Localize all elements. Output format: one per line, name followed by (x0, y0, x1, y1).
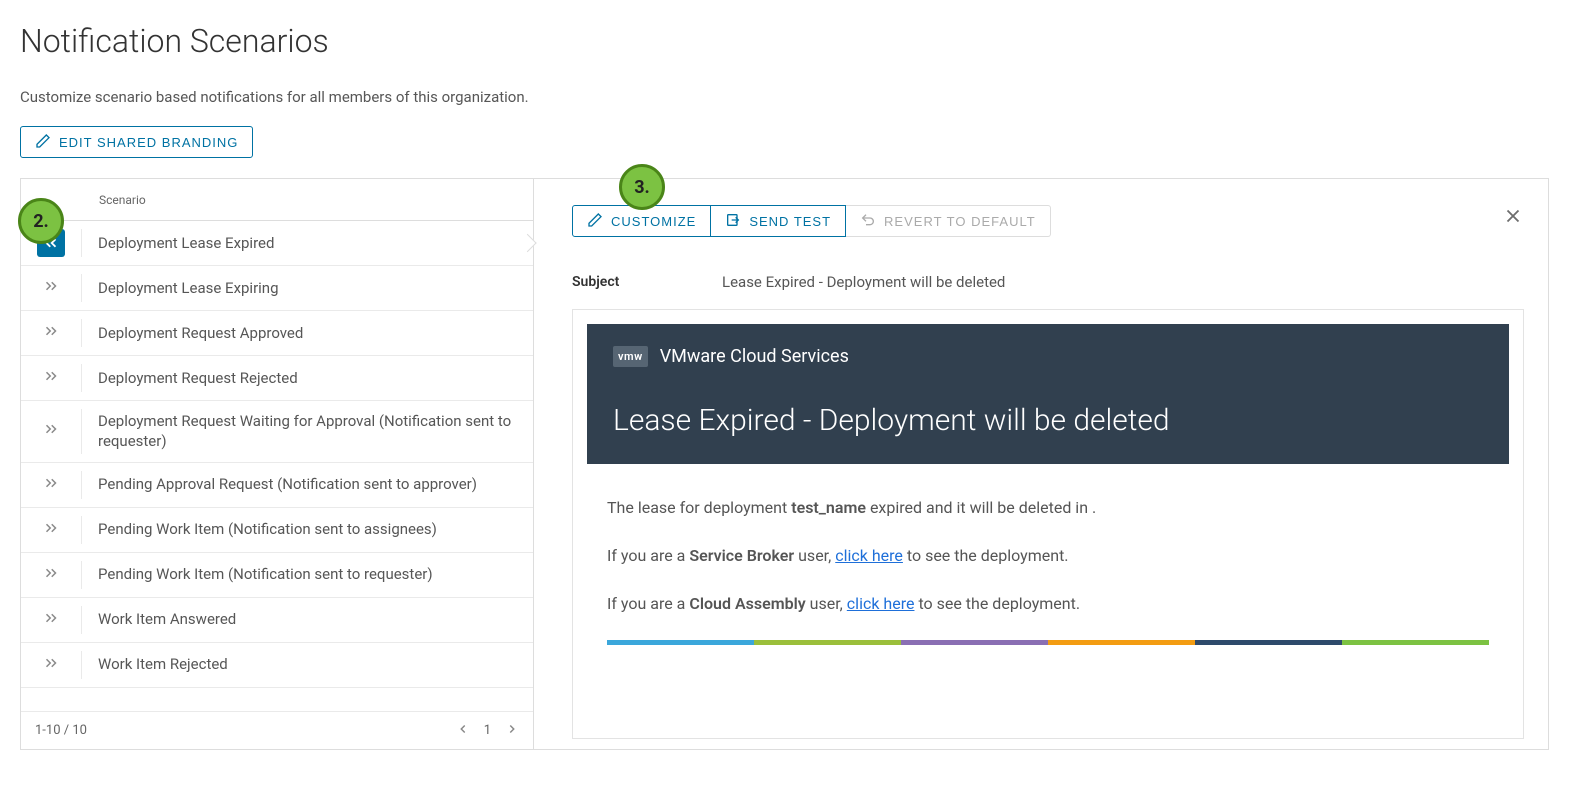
email-text: expired and it will be deleted in . (866, 498, 1096, 517)
row-label: Deployment Lease Expiring (82, 268, 295, 308)
decorative-stripe (607, 640, 1489, 645)
chevron-right-icon (42, 654, 60, 676)
email-text: If you are a (607, 546, 689, 565)
send-test-label: Send Test (749, 214, 831, 229)
row-label: Pending Work Item (Notification sent to … (82, 554, 449, 594)
row-label: Deployment Request Waiting for Approval … (82, 401, 533, 462)
row-label: Pending Work Item (Notification sent to … (82, 509, 453, 549)
close-icon[interactable] (1502, 205, 1524, 231)
row-label: Pending Approval Request (Notification s… (82, 464, 493, 504)
table-row[interactable]: Pending Work Item (Notification sent to … (21, 508, 533, 553)
scenario-list-panel: Scenario Deployment Lease Expired Deploy… (21, 179, 534, 749)
email-title: Lease Expired - Deployment will be delet… (613, 403, 1483, 438)
send-icon (725, 212, 741, 231)
table-row[interactable]: Deployment Lease Expired (21, 221, 533, 266)
pencil-icon (35, 133, 51, 152)
email-text-bold: Cloud Assembly (689, 594, 805, 613)
chevron-right-icon (42, 277, 60, 299)
email-text: user, (794, 546, 835, 565)
brand-name: VMware Cloud Services (660, 346, 849, 367)
content-area: Scenario Deployment Lease Expired Deploy… (20, 178, 1549, 750)
detail-action-bar: Customize Send Test Revert to Default (572, 205, 1524, 237)
edit-shared-branding-label: Edit Shared Branding (59, 135, 238, 150)
row-label: Deployment Request Rejected (82, 358, 314, 398)
email-body: The lease for deployment test_name expir… (587, 464, 1509, 715)
chevron-right-icon (42, 564, 60, 586)
page-next-button[interactable] (505, 722, 519, 740)
email-text: The lease for deployment (607, 498, 791, 517)
table-row[interactable]: Deployment Request Approved (21, 311, 533, 356)
page-prev-button[interactable] (456, 722, 470, 740)
page-subtitle: Customize scenario based notifications f… (20, 88, 1549, 106)
table-row[interactable]: Deployment Request Rejected (21, 356, 533, 401)
email-text: to see the deployment. (903, 546, 1069, 565)
customize-label: Customize (611, 214, 696, 229)
subject-value: Lease Expired - Deployment will be delet… (722, 273, 1005, 291)
email-text-bold: test_name (791, 498, 866, 517)
chevron-right-icon (42, 519, 60, 541)
row-label: Work Item Rejected (82, 644, 244, 684)
subject-label: Subject (572, 274, 722, 290)
email-header: vmw VMware Cloud Services Lease Expired … (587, 324, 1509, 464)
row-label: Work Item Answered (82, 599, 252, 639)
email-text: If you are a (607, 594, 689, 613)
brand-logo: vmw (613, 346, 648, 367)
send-test-button[interactable]: Send Test (711, 205, 846, 237)
revert-label: Revert to Default (884, 214, 1036, 229)
chevron-right-icon (42, 609, 60, 631)
callout-2: 2. (18, 198, 64, 244)
undo-icon (860, 212, 876, 231)
callout-3: 3. (619, 164, 665, 210)
chevron-right-icon (42, 367, 60, 389)
table-row[interactable]: Deployment Lease Expiring (21, 266, 533, 311)
email-text-bold: Service Broker (689, 546, 794, 565)
pagination-range: 1-10 / 10 (35, 723, 87, 738)
pagination-bar: 1-10 / 10 1 (21, 711, 533, 749)
edit-shared-branding-button[interactable]: Edit Shared Branding (20, 126, 253, 158)
email-preview[interactable]: vmw VMware Cloud Services Lease Expired … (572, 309, 1524, 739)
pencil-icon (587, 212, 603, 231)
table-row[interactable]: Work Item Answered (21, 598, 533, 643)
detail-panel: Customize Send Test Revert to Default Su… (534, 179, 1548, 749)
email-text: to see the deployment. (914, 594, 1080, 613)
email-link[interactable]: click here (847, 594, 915, 613)
revert-to-default-button: Revert to Default (846, 205, 1051, 237)
page-title: Notification Scenarios (20, 22, 1549, 60)
row-label: Deployment Lease Expired (82, 223, 290, 263)
table-row[interactable]: Deployment Request Waiting for Approval … (21, 401, 533, 463)
email-link[interactable]: click here (835, 546, 903, 565)
table-row[interactable]: Pending Approval Request (Notification s… (21, 463, 533, 508)
email-text: user, (806, 594, 847, 613)
row-label: Deployment Request Approved (82, 313, 319, 353)
chevron-right-icon (42, 474, 60, 496)
chevron-right-icon (42, 322, 60, 344)
scenario-column-header: Scenario (21, 179, 533, 221)
table-row[interactable]: Pending Work Item (Notification sent to … (21, 553, 533, 598)
page-number: 1 (484, 723, 491, 738)
table-row[interactable]: Work Item Rejected (21, 643, 533, 688)
chevron-right-icon (42, 420, 60, 442)
